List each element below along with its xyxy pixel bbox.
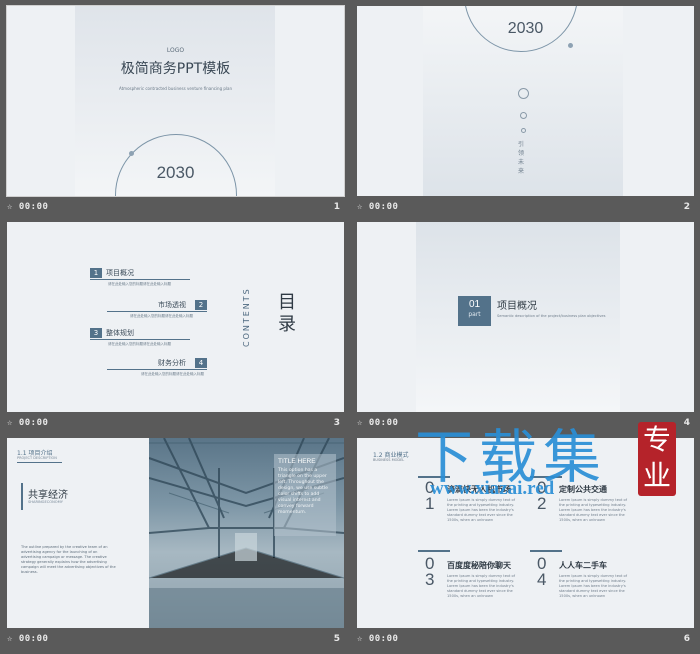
section-label-en: BUSINESS MODEL bbox=[373, 458, 405, 462]
slide-number: 1 bbox=[333, 202, 340, 212]
part-badge: 01 part bbox=[458, 296, 491, 326]
agenda-number: 1 bbox=[90, 268, 102, 278]
agenda-underline bbox=[90, 279, 190, 280]
decor-dot bbox=[568, 43, 573, 48]
slide-number: 3 bbox=[333, 418, 340, 428]
model-desc: Lorem Ipsum is simply dummy text of the … bbox=[447, 574, 515, 598]
model-desc: Lorem Ipsum is simply dummy text of the … bbox=[559, 498, 627, 522]
agenda-underline bbox=[90, 339, 190, 340]
slide-number: 5 bbox=[333, 634, 340, 644]
section-title: 项目概况 bbox=[497, 301, 537, 312]
slide-thumb-3[interactable]: 1 项目概况 请在此处输入您的标题请在此处输入标题 2 市场透视 请在此处输入您… bbox=[7, 222, 344, 438]
year-text: 2030 bbox=[156, 163, 195, 182]
agenda-number: 3 bbox=[90, 328, 102, 338]
star-icon: ☆ bbox=[357, 202, 363, 212]
agenda-title: 整体规划 bbox=[106, 329, 134, 337]
slide-2-canvas[interactable]: 2030 引领未来 bbox=[357, 6, 694, 196]
model-desc: Lorem Ipsum is simply dummy text of the … bbox=[559, 574, 627, 598]
agenda-underline bbox=[107, 311, 207, 312]
star-icon: ☆ bbox=[357, 634, 363, 644]
slide-thumb-5[interactable]: 1.1 项目介绍 PROJECT DESCRIPTION 共享经济 SHARIN… bbox=[7, 438, 344, 654]
agenda-title: 项目概况 bbox=[106, 269, 134, 277]
part-number: 01 bbox=[468, 299, 481, 310]
agenda-number: 4 bbox=[195, 358, 207, 368]
star-icon: ☆ bbox=[7, 634, 13, 644]
slide-5-canvas[interactable]: 1.1 项目介绍 PROJECT DESCRIPTION 共享经济 SHARIN… bbox=[7, 438, 344, 628]
slide-thumb-2[interactable]: 2030 引领未来 ☆ 00:00 2 bbox=[357, 6, 694, 222]
model-title: 人人车二手车 bbox=[559, 561, 607, 570]
agenda-desc: 请在此处输入您的标题请在此处输入标题 bbox=[108, 342, 171, 346]
star-icon: ☆ bbox=[357, 418, 363, 428]
decor-ring-large bbox=[518, 88, 529, 99]
slide-timing: ☆ 00:00 bbox=[7, 418, 49, 428]
slide-number: 2 bbox=[683, 202, 690, 212]
watermark-stamp: 专业 bbox=[638, 422, 676, 496]
model-desc: Lorem Ipsum is simply dummy text of the … bbox=[447, 498, 515, 522]
agenda-number: 2 bbox=[195, 300, 207, 310]
section-desc: Semantic description of the project/busi… bbox=[497, 314, 606, 318]
star-icon: ☆ bbox=[7, 418, 13, 428]
model-accent-bar bbox=[530, 550, 562, 552]
agenda-desc: 请在此处输入您的标题请在此处输入标题 bbox=[108, 282, 171, 286]
overlay-text: This option has a triangle on the upper … bbox=[278, 468, 328, 515]
overlay-box: TITLE HERE This option has a triangle on… bbox=[274, 454, 336, 536]
agenda-desc: 请在此处输入您的标题请在此处输入标题 bbox=[130, 314, 193, 318]
model-number: 0 3 bbox=[425, 554, 435, 589]
slide-subtitle: Atmospheric contracted business venture … bbox=[118, 86, 233, 91]
decor-ring-small bbox=[521, 128, 526, 133]
part-label: part bbox=[468, 311, 481, 318]
logo-text: LOGO bbox=[166, 47, 185, 54]
section-underline bbox=[17, 462, 62, 463]
heading-accent-bar bbox=[21, 483, 23, 510]
model-number: 0 4 bbox=[537, 554, 547, 589]
slide-timing: ☆ 00:00 bbox=[7, 202, 49, 212]
slide-timing: ☆ 00:00 bbox=[357, 418, 399, 428]
watermark-stamp-text: 专业 bbox=[642, 423, 671, 492]
overlay-title: TITLE HERE bbox=[278, 458, 316, 465]
decor-ring-medium bbox=[520, 112, 527, 119]
slide-thumb-1[interactable]: LOGO 极简商务PPT模板 Atmospheric contracted bu… bbox=[6, 5, 345, 222]
slide-number: 4 bbox=[683, 418, 690, 428]
heading-en: SHARINGECONOMY bbox=[28, 500, 63, 504]
year-text: 2030 bbox=[507, 20, 544, 37]
section-label-en: PROJECT DESCRIPTION bbox=[17, 456, 57, 460]
slide-1-canvas[interactable]: LOGO 极简商务PPT模板 Atmospheric contracted bu… bbox=[6, 5, 345, 197]
model-accent-bar bbox=[418, 550, 450, 552]
decor-dot bbox=[129, 151, 134, 156]
agenda-title: 财务分析 bbox=[158, 359, 186, 367]
slide-timing: ☆ 00:00 bbox=[357, 202, 399, 212]
contents-label: CONTENTS bbox=[242, 287, 251, 347]
heading: 共享经济 bbox=[28, 490, 68, 501]
slide-thumb-4[interactable]: 01 part 项目概况 Semantic description of the… bbox=[357, 222, 694, 438]
slide-3-canvas[interactable]: 1 项目概况 请在此处输入您的标题请在此处输入标题 2 市场透视 请在此处输入您… bbox=[7, 222, 344, 412]
agenda-underline bbox=[107, 369, 207, 370]
slide-timing: ☆ 00:00 bbox=[357, 634, 399, 644]
body-text: The outline prepared by the creative tea… bbox=[21, 545, 116, 574]
slide-timing: ☆ 00:00 bbox=[7, 634, 49, 644]
slide-number: 6 bbox=[683, 634, 690, 644]
model-title: 百度度秘陪你聊天 bbox=[447, 561, 511, 570]
star-icon: ☆ bbox=[7, 202, 13, 212]
watermark-url: www.xiazai.red bbox=[430, 478, 555, 499]
slide-4-canvas[interactable]: 01 part 项目概况 Semantic description of the… bbox=[357, 222, 694, 412]
agenda-desc: 请在此处输入您的标题请在此处输入标题 bbox=[141, 372, 204, 376]
slide-title: 极简商务PPT模板 bbox=[120, 61, 231, 77]
contents-heading: 目录 bbox=[278, 292, 296, 335]
vertical-tagline: 引领未来 bbox=[517, 141, 524, 175]
agenda-title: 市场透视 bbox=[158, 301, 186, 309]
